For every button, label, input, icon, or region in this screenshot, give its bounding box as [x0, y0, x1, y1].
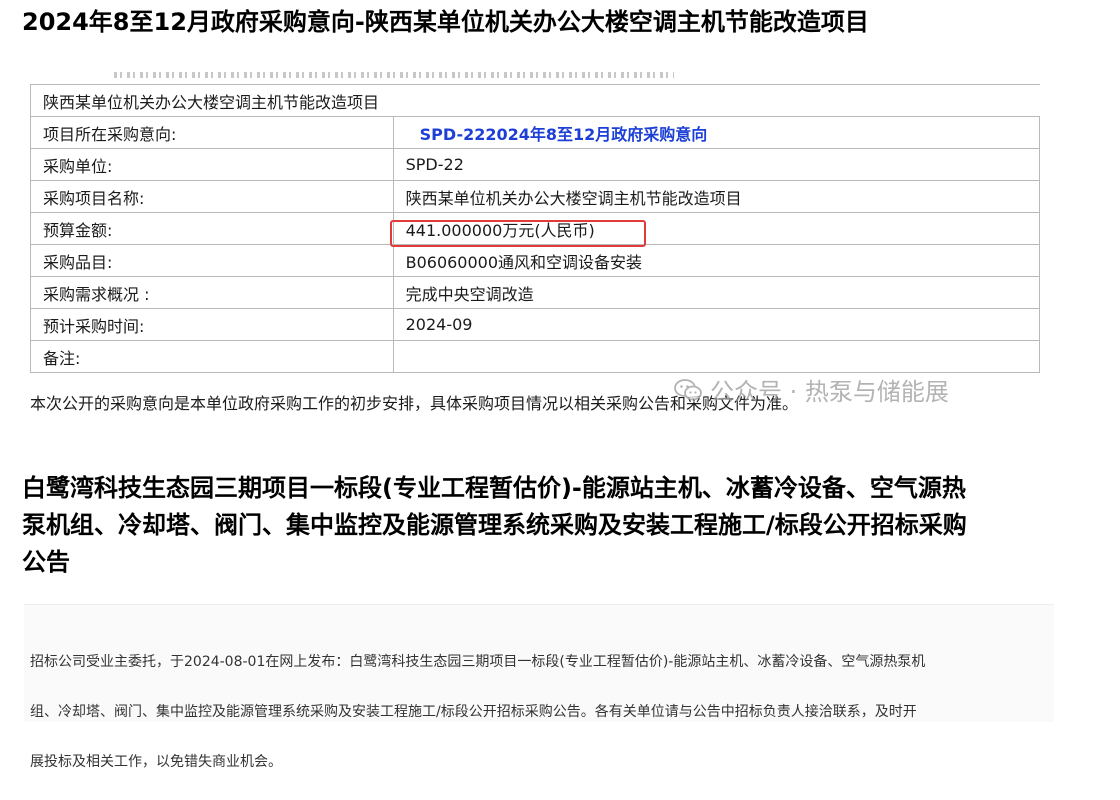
table-row: 采购单位: SPD-22	[30, 148, 1040, 181]
row-value: B06060000通风和空调设备安装	[392, 244, 1040, 277]
heading-line: 公告	[22, 548, 70, 576]
announcement-heading: 白鹭湾科技生态园三期项目一标段(专业工程暂估价)-能源站主机、冰蓄冷设备、空气源…	[22, 470, 1052, 581]
row-value	[392, 340, 1040, 373]
paragraph-line: 组、冷却塔、阀门、集中监控及能源管理系统采购及安装工程施工/标段公开招标采购公告…	[30, 704, 917, 720]
announcement-paragraph: 招标公司受业主委托，于2024-08-01在网上发布：白鹭湾科技生态园三期项目一…	[30, 625, 1040, 800]
page-heading: 2024年8至12月政府采购意向-陕西某单位机关办公大楼空调主机节能改造项目	[22, 8, 869, 36]
announcement-screenshot: 招标公司受业主委托，于2024-08-01在网上发布：白鹭湾科技生态园三期项目一…	[24, 604, 1054, 770]
row-value: 完成中央空调改造	[392, 276, 1040, 309]
watermark: 公众号 · 热泵与储能展	[674, 372, 949, 407]
row-label: 采购需求概况 :	[30, 276, 394, 309]
table-row: 项目所在采购意向: SPD-222024年8至12月政府采购意向	[30, 116, 1040, 149]
row-label: 项目所在采购意向:	[30, 116, 394, 149]
table-row: 采购品目: B06060000通风和空调设备安装	[30, 244, 1040, 277]
table-header-row: 陕西某单位机关办公大楼空调主机节能改造项目	[30, 84, 1040, 117]
table-row: 采购项目名称: 陕西某单位机关办公大楼空调主机节能改造项目	[30, 180, 1040, 213]
row-label: 预计采购时间:	[30, 308, 394, 341]
watermark-text: 公众号 · 热泵与储能展	[710, 378, 949, 406]
table-row: 采购需求概况 : 完成中央空调改造	[30, 276, 1040, 309]
procurement-intent-link[interactable]: SPD-222024年8至12月政府采购意向	[406, 125, 708, 144]
row-value: 陕西某单位机关办公大楼空调主机节能改造项目	[392, 180, 1040, 213]
heading-line: 白鹭湾科技生态园三期项目一标段(专业工程暂估价)-能源站主机、冰蓄冷设备、空气源…	[22, 474, 966, 502]
wechat-icon	[674, 378, 702, 401]
row-label: 预算金额:	[30, 212, 394, 245]
row-label: 备注:	[30, 340, 394, 373]
row-value: SPD-22	[392, 148, 1040, 181]
row-value: 2024-09	[392, 308, 1040, 341]
table-header-cell: 陕西某单位机关办公大楼空调主机节能改造项目	[30, 84, 1040, 117]
budget-highlight-box	[390, 220, 646, 247]
row-label: 采购项目名称:	[30, 180, 394, 213]
row-value: SPD-222024年8至12月政府采购意向	[392, 116, 1040, 149]
paragraph-line: 展投标及相关工作，以免错失商业机会。	[30, 754, 282, 770]
row-label: 采购品目:	[30, 244, 394, 277]
table-row: 备注:	[30, 340, 1040, 373]
procurement-intent-screenshot: 陕西某单位机关办公大楼空调主机节能改造项目 项目所在采购意向: SPD-2220…	[24, 60, 1040, 430]
paragraph-line: 招标公司受业主委托，于2024-08-01在网上发布：白鹭湾科技生态园三期项目一…	[30, 654, 926, 670]
table-row: 预计采购时间: 2024-09	[30, 308, 1040, 341]
heading-line: 泵机组、冷却塔、阀门、集中监控及能源管理系统采购及安装工程施工/标段公开招标采购	[22, 511, 967, 539]
cropped-text-remnant	[114, 72, 674, 78]
row-label: 采购单位:	[30, 148, 394, 181]
